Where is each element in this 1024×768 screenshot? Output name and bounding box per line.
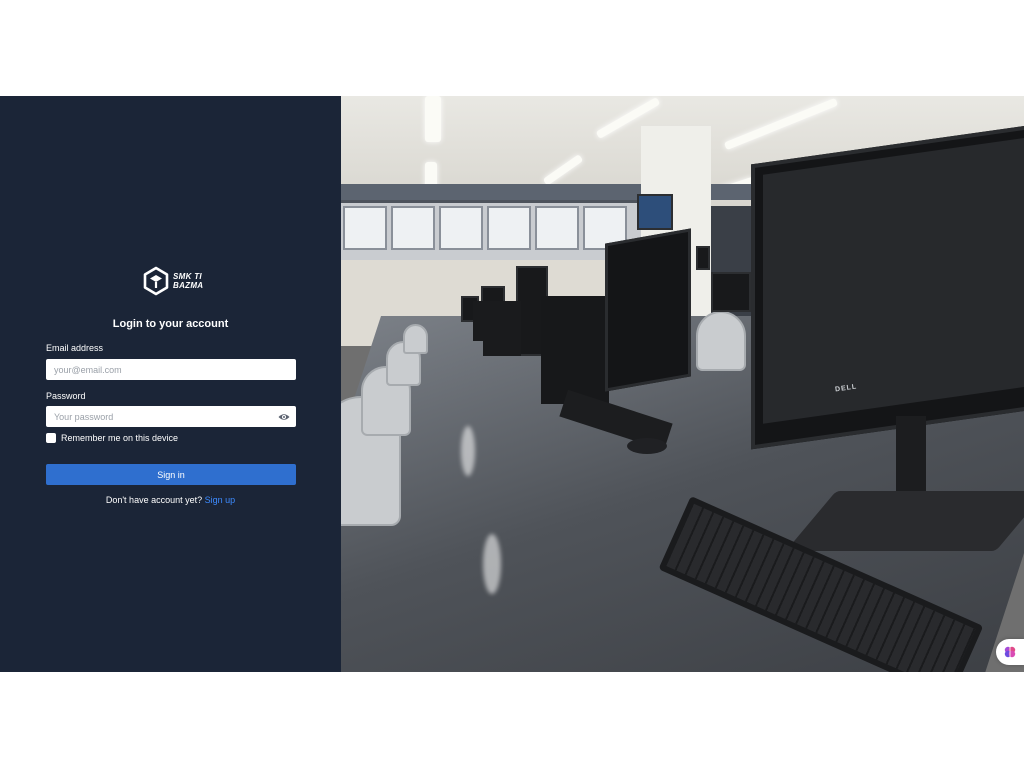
sign-in-label: Sign in [157, 469, 185, 480]
brain-icon [1004, 646, 1016, 658]
monitor [751, 123, 1024, 450]
brand-logo: SMK TI BAZMA [143, 266, 203, 296]
ceiling-light [425, 96, 441, 142]
window-pane [391, 206, 435, 250]
eye-icon[interactable] [278, 412, 290, 422]
computer-tower [541, 296, 609, 404]
computer-tower [483, 301, 521, 356]
monitor [696, 246, 710, 270]
chair [403, 324, 428, 354]
monitor-screen [763, 137, 1024, 424]
remember-checkbox[interactable] [46, 433, 56, 443]
window-pane [439, 206, 483, 250]
window-pane [535, 206, 579, 250]
email-field[interactable] [46, 359, 296, 380]
brand-text: SMK TI BAZMA [173, 272, 203, 290]
sign-in-button[interactable]: Sign in [46, 464, 296, 485]
signup-prompt: Don't have account yet? [105, 495, 203, 505]
brand-line1: SMK TI [173, 272, 202, 281]
desk-glare [483, 534, 501, 594]
login-page: SMK TI BAZMA Login to your account Email… [0, 96, 1024, 672]
chair [696, 311, 746, 371]
login-panel: SMK TI BAZMA Login to your account Email… [0, 96, 341, 672]
computer-lab-photo: DELL [341, 96, 1024, 672]
remember-label: Remember me on this device [61, 433, 179, 443]
signup-prompt-row: Don't have account yet? Sign up [0, 495, 341, 505]
window-pane [487, 206, 531, 250]
monitor [605, 228, 691, 392]
brand-line2: BAZMA [173, 281, 204, 290]
monitor [711, 272, 751, 312]
wall-tv [637, 194, 673, 230]
window-pane [343, 206, 387, 250]
remember-me[interactable]: Remember me on this device [46, 433, 178, 443]
floating-assistant-button[interactable] [996, 639, 1024, 665]
form-title: Login to your account [112, 318, 229, 330]
hexagon-cube-logo-icon [143, 266, 169, 296]
email-label: Email address [46, 343, 104, 353]
desk-glare [461, 426, 475, 476]
password-field[interactable] [46, 406, 296, 427]
mouse [627, 438, 667, 454]
password-label: Password [46, 391, 86, 401]
sign-up-link[interactable]: Sign up [205, 495, 236, 505]
